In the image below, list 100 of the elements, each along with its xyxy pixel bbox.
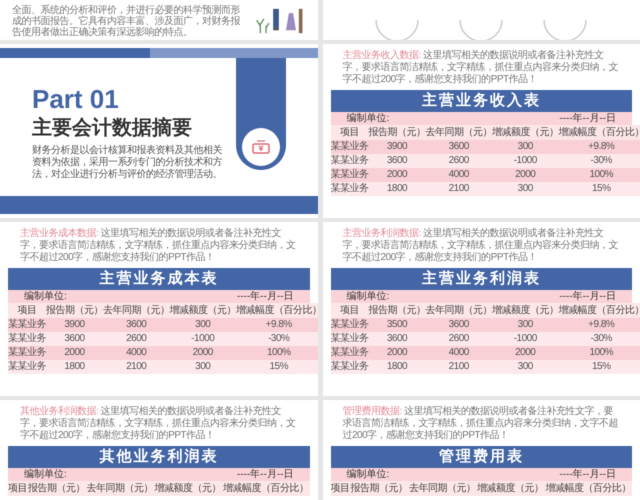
column-header: 报告期（元） [368, 303, 426, 318]
table-cell: 1800 [46, 360, 103, 374]
column-header: 增减幅度（百分比） [558, 125, 640, 140]
unit-label: 编制单位: [346, 470, 390, 480]
date-label: ----年--月--日 [236, 470, 294, 480]
column-header: 项目 [330, 125, 368, 140]
table-cell: 2000 [46, 346, 103, 360]
table-cell: 1800 [368, 360, 426, 374]
column-header: 增减额度（元） [492, 125, 558, 140]
table-cell: 某某业务 [330, 332, 368, 346]
table-cell: -1000 [492, 332, 558, 346]
table-cell: 某某业务 [330, 346, 368, 360]
table-cell: 2000 [492, 346, 558, 360]
unit-label: 编制单位: [346, 292, 390, 302]
column-header: 项目 [330, 481, 350, 496]
table-cell: 3600 [103, 318, 170, 332]
column-header: 增减幅度（百分比） [544, 481, 632, 496]
column-header: 增减额度（元） [154, 481, 222, 496]
table-cell: 3600 [426, 140, 492, 154]
table-cell: 2600 [103, 332, 170, 346]
table-cell: 4000 [103, 346, 170, 360]
table-cell: 300 [492, 318, 558, 332]
table-cell: 某某业务 [8, 346, 46, 360]
table-title: 管理费用表 [330, 446, 632, 468]
column-header: 去年同期（元） [408, 481, 476, 496]
column-header: 报告期（元） [27, 481, 86, 496]
table-cell: 某某业务 [8, 318, 46, 332]
column-header: 增减额度（元） [476, 481, 544, 496]
table-cell: 300 [170, 318, 236, 332]
table-title: 主营业务成本表 [8, 268, 310, 290]
table-cell: 某某业务 [8, 332, 46, 346]
data-note: 管理费用数据: 这里填写相关的数据说明或者备注补充性文字，要求语言简洁精练，文字精练，抓住重点内容来分类归纳，文字不超过200字，感谢您支持我们的PPT作品！ [342, 406, 619, 442]
table-cell: 300 [170, 360, 236, 374]
column-header: 项目 [8, 481, 28, 496]
table-cell: 300 [492, 140, 558, 154]
table-cell: +9.8% [558, 318, 640, 332]
table-cell: -1000 [492, 154, 558, 168]
table-cell: 某某业务 [330, 154, 368, 168]
table-cell: 300 [492, 360, 558, 374]
date-label: ----年--月--日 [559, 292, 616, 302]
column-header: 增减额度（元） [492, 303, 558, 318]
date-label: ----年--月--日 [236, 292, 294, 302]
table-cell: 100% [558, 168, 640, 182]
table-cell: +9.8% [236, 318, 318, 332]
column-header: 增减幅度（百分比） [558, 303, 640, 318]
table-cell: 2600 [426, 154, 492, 168]
table-cell: +9.8% [558, 140, 640, 154]
table-cell: 15% [236, 360, 318, 374]
table-title: 主营业务收入表 [330, 90, 632, 112]
table-cell: 4000 [426, 346, 492, 360]
unit-label: 编制单位: [346, 114, 390, 124]
table-cell: 15% [558, 360, 640, 374]
table-cell: 某某业务 [330, 168, 368, 182]
column-header: 增减幅度（百分比） [222, 481, 310, 496]
table-cell: 2000 [368, 346, 426, 360]
table-cell: 3500 [368, 318, 426, 332]
data-note: 主营业务利润数据: 这里填写相关的数据说明或者备注补充性文字，要求语言简洁精练，文字精练，抓住重点内容来分类归纳，文字不超过200字，感谢您支持我们的PPT作品！ [342, 228, 619, 264]
table-cell: 3600 [46, 332, 103, 346]
table-cell: 300 [492, 182, 558, 196]
data-note: 主营业务收入数据: 这里填写相关的数据说明或者备注补充性文字，要求语言简洁精练，文字精练，抓住重点内容来分类归纳，文字不超过200字，感谢您支持我们的PPT作品！ [342, 50, 619, 86]
table-cell: 3900 [46, 318, 103, 332]
table-cell: 某某业务 [330, 318, 368, 332]
column-header: 去年同期（元） [426, 303, 492, 318]
column-header: 去年同期（元） [426, 125, 492, 140]
unit-label: 编制单位: [24, 470, 67, 480]
table-cell: 1800 [368, 182, 426, 196]
column-header: 报告期（元） [350, 481, 408, 496]
column-header: 增减额度（元） [170, 303, 236, 318]
table-cell: 3600 [368, 332, 426, 346]
table-cell: 2600 [426, 332, 492, 346]
section-title: 主要会计数据摘要 [32, 116, 193, 140]
date-label: ----年--月--日 [559, 470, 616, 480]
date-label: ----年--月--日 [559, 114, 616, 124]
table-cell: 某某业务 [330, 140, 368, 154]
table-cell: 100% [558, 346, 640, 360]
table-cell: 2100 [426, 360, 492, 374]
table-cell: 2000 [368, 168, 426, 182]
column-header: 增减幅度（百分比） [236, 303, 318, 318]
column-header: 项目 [330, 303, 368, 318]
table-cell: 某某业务 [330, 360, 368, 374]
table-cell: 2100 [103, 360, 170, 374]
column-header: 项目 [8, 303, 46, 318]
table-cell: 3900 [368, 140, 426, 154]
section-description: 财务分析是以会计核算和报表资料及其他相关资料为依据，采用一系列专门的分析技术和方法，对企业进行分析与评价的经济管理活动。 [32, 144, 223, 180]
slide-paragraph: 全面、系统的分析和评价，并进行必要的科学预测而形成的书面报告。它具有内容丰富、涉及面广，对财务报告使用者做出正确决策有深远影响的特点。 [12, 5, 241, 38]
data-note: 其他业务利润数据: 这里填写相关的数据说明或者备注补充性文字，要求语言简洁精练，文字精练，抓住重点内容来分类归纳，文字不超过200字，感谢您支持我们的PPT作品！ [19, 406, 296, 442]
column-header: 报告期（元） [46, 303, 103, 318]
table-cell: -1000 [170, 332, 236, 346]
table-cell: 2000 [170, 346, 236, 360]
data-note: 主营业务成本数据: 这里填写相关的数据说明或者备注补充性文字，要求语言简洁精练，文字精练，抓住重点内容来分类归纳，文字不超过200字，感谢您支持我们的PPT作品！ [19, 228, 296, 264]
table-cell: -30% [558, 332, 640, 346]
table-cell: 某某业务 [8, 360, 46, 374]
table-cell: 4000 [426, 168, 492, 182]
table-cell: 3600 [426, 318, 492, 332]
table-cell: 15% [558, 182, 640, 196]
column-header: 报告期（元） [368, 125, 426, 140]
column-header: 去年同期（元） [86, 481, 154, 496]
column-header: 去年同期（元） [103, 303, 170, 318]
table-cell: -30% [558, 154, 640, 168]
table-cell: 2000 [492, 168, 558, 182]
